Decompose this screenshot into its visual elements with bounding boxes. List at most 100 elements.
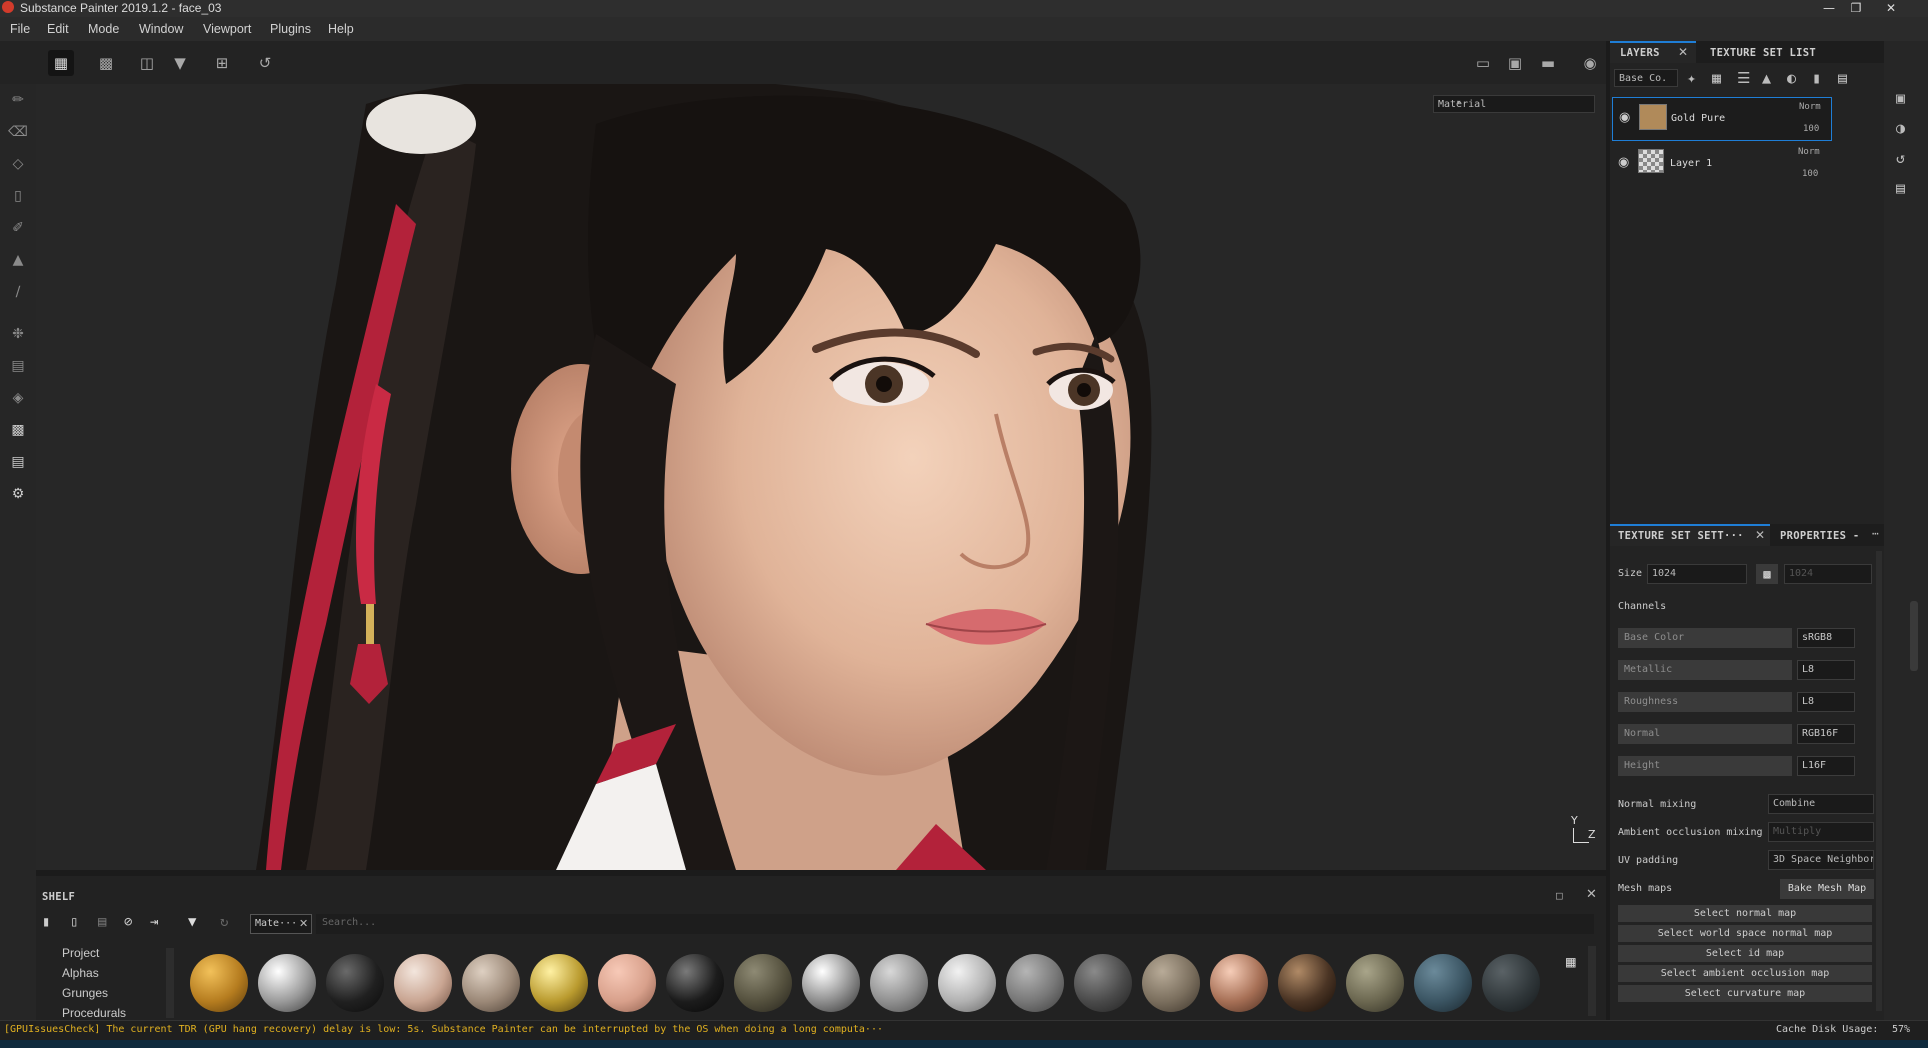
layer-row-gold-pure[interactable]: ◉ Gold Pure Norm 100 xyxy=(1612,97,1832,141)
material-ball[interactable] xyxy=(326,954,384,1012)
channel-height[interactable]: Height xyxy=(1618,756,1792,776)
add-layer-icon[interactable]: ☰ xyxy=(1737,69,1750,87)
paint-brush-icon[interactable]: ✏ xyxy=(8,90,28,110)
layer-opacity[interactable]: 100 xyxy=(1803,124,1819,134)
visibility-eye-icon[interactable]: ◉ xyxy=(1619,110,1630,125)
size-dropdown[interactable]: 1024 xyxy=(1647,564,1747,584)
close-tab-icon[interactable]: ✕ xyxy=(1678,45,1688,59)
material-ball[interactable] xyxy=(190,954,248,1012)
layer-blend-mode[interactable]: Norm xyxy=(1798,147,1820,157)
add-folder-icon[interactable]: ▮ xyxy=(1812,69,1821,87)
material-ball[interactable] xyxy=(1482,954,1540,1012)
category-project[interactable]: Project xyxy=(62,946,99,960)
screenshot-icon[interactable]: ◉ xyxy=(1577,50,1603,76)
visibility-eye-icon[interactable]: ◉ xyxy=(1618,155,1629,170)
category-alphas[interactable]: Alphas xyxy=(62,966,99,980)
select-curvature-map-button[interactable]: Select curvature map xyxy=(1618,985,1872,1002)
menu-window[interactable]: Window xyxy=(139,22,183,36)
material-ball[interactable] xyxy=(598,954,656,1012)
material-ball[interactable] xyxy=(1278,954,1336,1012)
normal-mixing-dropdown[interactable]: Combine xyxy=(1768,794,1874,814)
projection-icon[interactable]: ◇ xyxy=(8,154,28,174)
magic-wand-icon[interactable]: ✦ xyxy=(1687,69,1696,87)
filter-tag[interactable]: Mate··· ✕ xyxy=(250,914,312,934)
display-settings-icon[interactable]: ▣ xyxy=(1896,89,1905,107)
material-ball[interactable] xyxy=(802,954,860,1012)
view-3d-icon[interactable]: ▣ xyxy=(1502,50,1528,76)
camera-video-icon[interactable]: ▬ xyxy=(1535,50,1561,76)
grid-icon[interactable]: ▩ xyxy=(93,50,119,76)
material-ball[interactable] xyxy=(1006,954,1064,1012)
smudge-icon[interactable]: ✐ xyxy=(8,218,28,238)
layer-blend-mode[interactable]: Norm xyxy=(1799,102,1821,112)
float-panel-icon[interactable]: □ xyxy=(1556,889,1563,902)
add-fill-layer-icon[interactable]: ▲ xyxy=(1762,69,1771,87)
material-ball[interactable] xyxy=(530,954,588,1012)
material-picker-icon[interactable]: ❉ xyxy=(8,324,28,344)
shelf-icon[interactable]: ▤ xyxy=(8,356,28,376)
shelf-search-input[interactable]: Search... xyxy=(316,914,1594,934)
channel-normal[interactable]: Normal xyxy=(1618,724,1792,744)
select-ao-map-button[interactable]: Select ambient occlusion map xyxy=(1618,965,1872,982)
dock-scrollbar[interactable] xyxy=(1910,601,1918,671)
menu-edit[interactable]: Edit xyxy=(47,22,69,36)
shelf-scrollbar[interactable] xyxy=(1588,946,1596,1016)
history-icon[interactable]: ↺ xyxy=(252,50,278,76)
menu-plugins[interactable]: Plugins xyxy=(270,22,311,36)
close-shelf-icon[interactable]: ✕ xyxy=(1586,887,1597,902)
uv-padding-dropdown[interactable]: 3D Space Neighbor xyxy=(1768,850,1874,870)
material-ball[interactable] xyxy=(1210,954,1268,1012)
material-ball[interactable] xyxy=(938,954,996,1012)
channel-metallic[interactable]: Metallic xyxy=(1618,660,1792,680)
grid-view-icon[interactable]: ▦ xyxy=(1566,952,1576,971)
polygon-fill-icon[interactable]: ▯ xyxy=(8,186,28,206)
color-picker-icon[interactable]: ∕ xyxy=(8,282,28,302)
channel-base-color[interactable]: Base Color xyxy=(1618,628,1792,648)
align-icon[interactable]: ▼ xyxy=(167,50,193,76)
new-file-icon[interactable]: ▯ xyxy=(70,914,78,930)
channel-format-dropdown[interactable]: L8 xyxy=(1797,660,1855,680)
tss-scrollbar[interactable] xyxy=(1876,551,1882,1011)
library-icon[interactable]: ▤ xyxy=(98,914,106,930)
select-id-map-button[interactable]: Select id map xyxy=(1618,945,1872,962)
add-frame-icon[interactable]: ⊞ xyxy=(209,50,235,76)
minimize-icon[interactable]: — xyxy=(1818,0,1840,16)
channel-format-dropdown[interactable]: RGB16F xyxy=(1797,724,1855,744)
material-ball[interactable] xyxy=(1414,954,1472,1012)
photoshop-icon[interactable]: ▩ xyxy=(8,420,28,440)
material-ball[interactable] xyxy=(394,954,452,1012)
3d-viewport[interactable]: Material ▾ Y Z xyxy=(36,84,1606,870)
category-procedurals[interactable]: Procedurals xyxy=(62,1006,126,1020)
remove-tag-icon[interactable]: ✕ xyxy=(299,917,308,930)
material-ball[interactable] xyxy=(1142,954,1200,1012)
menu-file[interactable]: File xyxy=(10,22,30,36)
view-2d-icon[interactable]: ▭ xyxy=(1470,50,1496,76)
material-ball[interactable] xyxy=(462,954,520,1012)
material-ball[interactable] xyxy=(1346,954,1404,1012)
shader-settings-icon[interactable]: ◑ xyxy=(1896,119,1905,137)
menu-help[interactable]: Help xyxy=(328,22,354,36)
channel-roughness[interactable]: Roughness xyxy=(1618,692,1792,712)
import-icon[interactable]: ⇥ xyxy=(150,914,158,930)
symmetry-icon[interactable]: ◫ xyxy=(134,50,160,76)
eraser-icon[interactable]: ⌫ xyxy=(8,122,28,142)
hide-icon[interactable]: ⊘ xyxy=(124,914,132,930)
category-scrollbar[interactable] xyxy=(166,948,174,1018)
clone-stamp-icon[interactable]: ▲ xyxy=(8,250,28,270)
delete-layer-icon[interactable]: ▤ xyxy=(1838,69,1847,87)
log-icon[interactable]: ▤ xyxy=(1896,179,1905,197)
category-grunges[interactable]: Grunges xyxy=(62,986,108,1000)
channel-format-dropdown[interactable]: sRGB8 xyxy=(1797,628,1855,648)
settings-gear-icon[interactable]: ⚙ xyxy=(8,484,28,504)
reset-icon[interactable]: ↻ xyxy=(220,914,228,930)
select-world-space-normal-map-button[interactable]: Select world space normal map xyxy=(1618,925,1872,942)
layer-icon[interactable]: ◈ xyxy=(8,388,28,408)
bake-mesh-map-button[interactable]: Bake Mesh Map xyxy=(1780,879,1874,899)
channel-format-dropdown[interactable]: L8 xyxy=(1797,692,1855,712)
lock-icon[interactable]: ▩ xyxy=(1756,564,1778,584)
uv-tiles-icon[interactable]: ▦ xyxy=(48,50,74,76)
material-ball[interactable] xyxy=(258,954,316,1012)
export-icon[interactable]: ▤ xyxy=(8,452,28,472)
material-ball[interactable] xyxy=(870,954,928,1012)
add-mask-icon[interactable]: ◐ xyxy=(1787,69,1796,87)
